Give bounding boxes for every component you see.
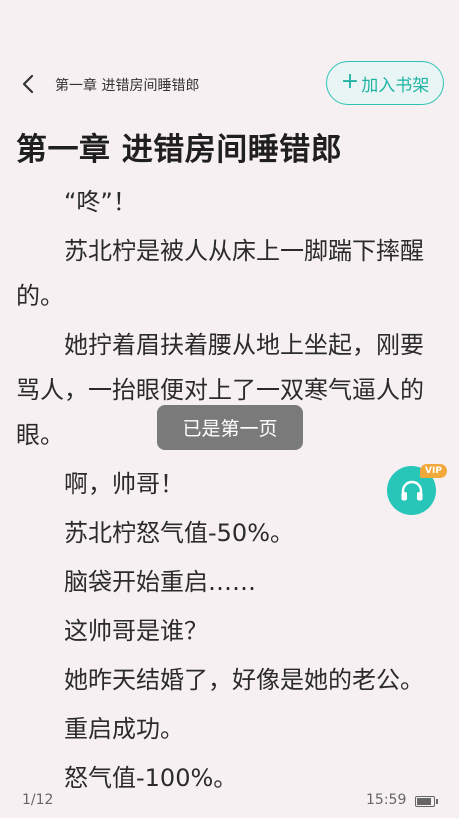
header-chapter-title: 第一章 进错房间睡错郎 (55, 78, 200, 94)
clock: 15:59 (366, 792, 407, 808)
headphones-icon (401, 480, 422, 500)
reader-footer: 1/12 15:59 (0, 790, 459, 818)
add-to-shelf-label: 加入书架 (361, 75, 430, 96)
paragraph: 这帅哥是谁？ (64, 617, 208, 645)
paragraph: “咚”！ (64, 188, 137, 216)
paragraph: 苏北柠怒气值-50%。 (64, 519, 295, 547)
battery-icon (415, 796, 438, 807)
battery-level (417, 798, 431, 805)
paragraph: 重启成功。 (64, 715, 184, 743)
paragraph: 苏北柠是被人从床上一脚踹下摔醒的。 (16, 237, 424, 310)
page-indicator: 1/12 (22, 792, 54, 808)
vip-badge: VIP (420, 464, 447, 478)
paragraph: 脑袋开始重启…… (64, 568, 256, 596)
toast-message: 已是第一页 (157, 405, 303, 450)
chapter-title: 第一章 进错房间睡错郎 (16, 132, 343, 168)
paragraph: 她昨天结婚了，好像是她的老公。 (64, 666, 424, 694)
paragraph: 啊，帅哥！ (64, 470, 184, 498)
back-button[interactable] (14, 70, 42, 98)
reader-header: 第一章 进错房间睡错郎 + 加入书架 (0, 58, 459, 112)
chevron-left-icon (22, 74, 34, 94)
plus-icon: + (340, 69, 360, 94)
add-to-shelf-button[interactable]: + 加入书架 (326, 61, 444, 105)
chapter-content: “咚”！ 苏北柠是被人从床上一脚踹下摔醒的。 她拧着眉扶着腰从地上坐起，刚要骂人… (16, 180, 446, 805)
